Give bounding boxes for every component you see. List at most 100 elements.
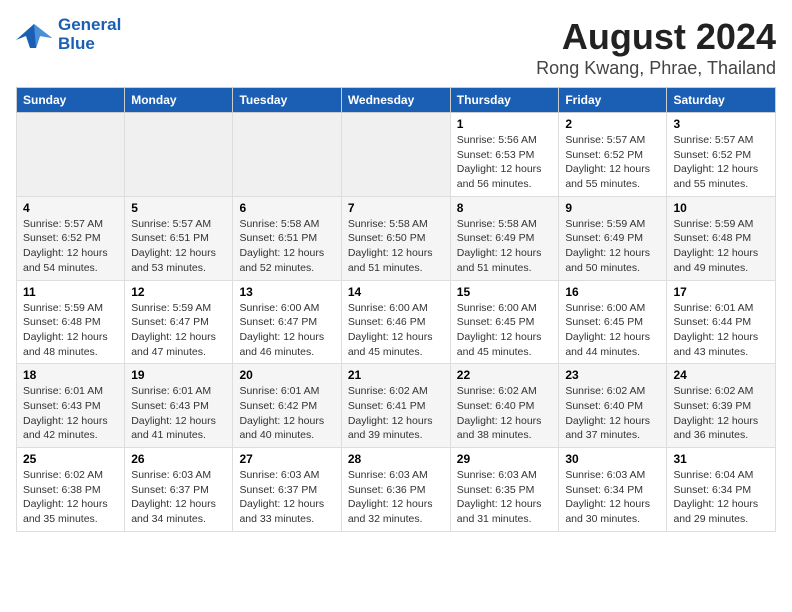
day-info: Sunrise: 5:59 AM Sunset: 6:47 PM Dayligh… (131, 301, 226, 360)
logo-icon (16, 20, 52, 50)
day-number: 18 (23, 368, 118, 382)
day-number: 21 (348, 368, 444, 382)
day-number: 15 (457, 285, 553, 299)
calendar-day-cell (341, 113, 450, 197)
day-number: 24 (673, 368, 769, 382)
day-number: 16 (565, 285, 660, 299)
day-info: Sunrise: 5:57 AM Sunset: 6:52 PM Dayligh… (23, 217, 118, 276)
calendar-day-cell: 26Sunrise: 6:03 AM Sunset: 6:37 PM Dayli… (125, 448, 233, 532)
day-info: Sunrise: 6:03 AM Sunset: 6:36 PM Dayligh… (348, 468, 444, 527)
day-number: 28 (348, 452, 444, 466)
weekday-header: Wednesday (341, 88, 450, 113)
day-number: 25 (23, 452, 118, 466)
calendar-day-cell: 2 Sunrise: 5:57 AM Sunset: 6:52 PM Daylig… (559, 113, 667, 197)
day-info: Sunrise: 6:02 AM Sunset: 6:40 PM Dayligh… (457, 384, 553, 443)
day-info: Sunrise: 6:03 AM Sunset: 6:37 PM Dayligh… (239, 468, 334, 527)
calendar-day-cell (233, 113, 341, 197)
day-number: 14 (348, 285, 444, 299)
day-info: Sunrise: 6:02 AM Sunset: 6:38 PM Dayligh… (23, 468, 118, 527)
day-number: 5 (131, 201, 226, 215)
day-number: 19 (131, 368, 226, 382)
calendar-day-cell: 15Sunrise: 6:00 AM Sunset: 6:45 PM Dayli… (450, 280, 559, 364)
weekday-header: Friday (559, 88, 667, 113)
day-info: Sunrise: 5:58 AM Sunset: 6:50 PM Dayligh… (348, 217, 444, 276)
day-info: Sunrise: 6:00 AM Sunset: 6:47 PM Dayligh… (239, 301, 334, 360)
calendar-day-cell: 11Sunrise: 5:59 AM Sunset: 6:48 PM Dayli… (17, 280, 125, 364)
calendar-day-cell (17, 113, 125, 197)
calendar-day-cell: 17 Sunrise: 6:01 AM Sunset: 6:44 PM Dayli… (667, 280, 776, 364)
calendar-day-cell: 1 Sunrise: 5:56 AM Sunset: 6:53 PM Daylig… (450, 113, 559, 197)
day-number: 11 (23, 285, 118, 299)
title-section: August 2024 Rong Kwang, Phrae, Thailand (536, 16, 776, 79)
day-info: Sunrise: 5:56 AM Sunset: 6:53 PM Dayligh… (457, 133, 553, 192)
day-info: Sunrise: 5:57 AM Sunset: 6:52 PM Dayligh… (565, 133, 660, 192)
calendar-day-cell: 13 Sunrise: 6:00 AM Sunset: 6:47 PM Dayli… (233, 280, 341, 364)
weekday-header: Thursday (450, 88, 559, 113)
day-number: 1 (457, 117, 553, 131)
calendar-day-cell: 3 Sunrise: 5:57 AM Sunset: 6:52 PM Daylig… (667, 113, 776, 197)
day-number: 4 (23, 201, 118, 215)
calendar-day-cell: 22 Sunrise: 6:02 AM Sunset: 6:40 PM Dayli… (450, 364, 559, 448)
calendar-day-cell: 5 Sunrise: 5:57 AM Sunset: 6:51 PM Daylig… (125, 196, 233, 280)
calendar-day-cell: 29Sunrise: 6:03 AM Sunset: 6:35 PM Dayli… (450, 448, 559, 532)
calendar-day-cell: 30 Sunrise: 6:03 AM Sunset: 6:34 PM Dayli… (559, 448, 667, 532)
day-info: Sunrise: 6:02 AM Sunset: 6:40 PM Dayligh… (565, 384, 660, 443)
calendar-day-cell: 31Sunrise: 6:04 AM Sunset: 6:34 PM Dayli… (667, 448, 776, 532)
weekday-header: Sunday (17, 88, 125, 113)
day-number: 2 (565, 117, 660, 131)
location-title: Rong Kwang, Phrae, Thailand (536, 58, 776, 79)
day-info: Sunrise: 5:57 AM Sunset: 6:51 PM Dayligh… (131, 217, 226, 276)
day-info: Sunrise: 6:01 AM Sunset: 6:43 PM Dayligh… (23, 384, 118, 443)
calendar-day-cell (125, 113, 233, 197)
day-info: Sunrise: 6:03 AM Sunset: 6:37 PM Dayligh… (131, 468, 226, 527)
logo: General Blue (16, 16, 121, 53)
day-number: 8 (457, 201, 553, 215)
page-header: General Blue August 2024 Rong Kwang, Phr… (16, 16, 776, 79)
day-info: Sunrise: 6:01 AM Sunset: 6:44 PM Dayligh… (673, 301, 769, 360)
day-number: 12 (131, 285, 226, 299)
weekday-header: Saturday (667, 88, 776, 113)
calendar-week-row: 1 Sunrise: 5:56 AM Sunset: 6:53 PM Daylig… (17, 113, 776, 197)
day-number: 6 (239, 201, 334, 215)
calendar-day-cell: 7Sunrise: 5:58 AM Sunset: 6:50 PM Daylig… (341, 196, 450, 280)
calendar-day-cell: 20 Sunrise: 6:01 AM Sunset: 6:42 PM Dayli… (233, 364, 341, 448)
day-number: 10 (673, 201, 769, 215)
calendar-day-cell: 6 Sunrise: 5:58 AM Sunset: 6:51 PM Daylig… (233, 196, 341, 280)
day-number: 17 (673, 285, 769, 299)
day-number: 22 (457, 368, 553, 382)
day-info: Sunrise: 6:03 AM Sunset: 6:34 PM Dayligh… (565, 468, 660, 527)
calendar-day-cell: 24 Sunrise: 6:02 AM Sunset: 6:39 PM Dayli… (667, 364, 776, 448)
calendar-day-cell: 18 Sunrise: 6:01 AM Sunset: 6:43 PM Dayli… (17, 364, 125, 448)
day-info: Sunrise: 6:00 AM Sunset: 6:45 PM Dayligh… (565, 301, 660, 360)
day-info: Sunrise: 5:59 AM Sunset: 6:48 PM Dayligh… (673, 217, 769, 276)
day-info: Sunrise: 5:58 AM Sunset: 6:51 PM Dayligh… (239, 217, 334, 276)
calendar-day-cell: 14 Sunrise: 6:00 AM Sunset: 6:46 PM Dayli… (341, 280, 450, 364)
day-number: 30 (565, 452, 660, 466)
calendar-week-row: 25 Sunrise: 6:02 AM Sunset: 6:38 PM Dayli… (17, 448, 776, 532)
calendar-day-cell: 9Sunrise: 5:59 AM Sunset: 6:49 PM Daylig… (559, 196, 667, 280)
month-title: August 2024 (536, 16, 776, 58)
day-number: 23 (565, 368, 660, 382)
day-info: Sunrise: 6:01 AM Sunset: 6:43 PM Dayligh… (131, 384, 226, 443)
day-info: Sunrise: 5:58 AM Sunset: 6:49 PM Dayligh… (457, 217, 553, 276)
calendar-day-cell: 28 Sunrise: 6:03 AM Sunset: 6:36 PM Dayli… (341, 448, 450, 532)
day-number: 20 (239, 368, 334, 382)
calendar-week-row: 4 Sunrise: 5:57 AM Sunset: 6:52 PM Daylig… (17, 196, 776, 280)
calendar-day-cell: 12 Sunrise: 5:59 AM Sunset: 6:47 PM Dayli… (125, 280, 233, 364)
day-number: 3 (673, 117, 769, 131)
calendar-day-cell: 8 Sunrise: 5:58 AM Sunset: 6:49 PM Daylig… (450, 196, 559, 280)
calendar-day-cell: 23 Sunrise: 6:02 AM Sunset: 6:40 PM Dayli… (559, 364, 667, 448)
day-info: Sunrise: 6:02 AM Sunset: 6:39 PM Dayligh… (673, 384, 769, 443)
calendar-day-cell: 27Sunrise: 6:03 AM Sunset: 6:37 PM Dayli… (233, 448, 341, 532)
day-info: Sunrise: 6:00 AM Sunset: 6:46 PM Dayligh… (348, 301, 444, 360)
day-number: 13 (239, 285, 334, 299)
day-info: Sunrise: 6:04 AM Sunset: 6:34 PM Dayligh… (673, 468, 769, 527)
day-info: Sunrise: 6:03 AM Sunset: 6:35 PM Dayligh… (457, 468, 553, 527)
day-info: Sunrise: 6:01 AM Sunset: 6:42 PM Dayligh… (239, 384, 334, 443)
calendar-day-cell: 25 Sunrise: 6:02 AM Sunset: 6:38 PM Dayli… (17, 448, 125, 532)
day-info: Sunrise: 5:57 AM Sunset: 6:52 PM Dayligh… (673, 133, 769, 192)
day-number: 9 (565, 201, 660, 215)
calendar-day-cell: 19 Sunrise: 6:01 AM Sunset: 6:43 PM Dayli… (125, 364, 233, 448)
weekday-header: Monday (125, 88, 233, 113)
logo-text: General Blue (58, 16, 121, 53)
